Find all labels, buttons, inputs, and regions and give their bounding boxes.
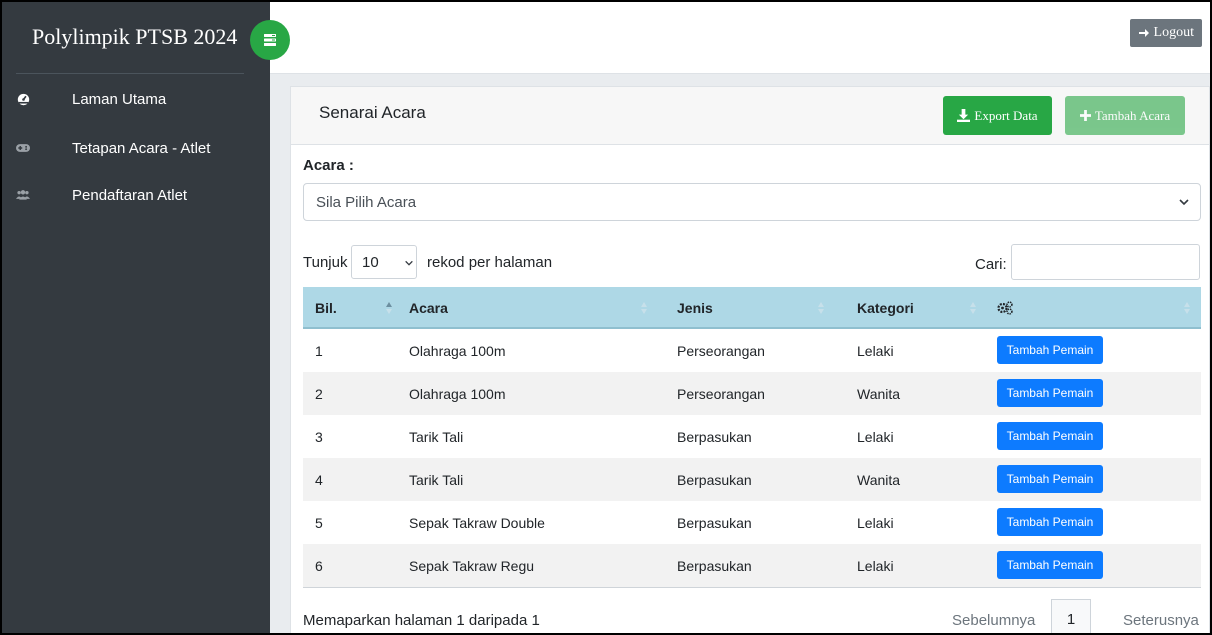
event-select-value: Sila Pilih Acara — [316, 194, 417, 211]
sidebar-item-laman-utama[interactable]: Laman Utama — [2, 79, 270, 119]
users-icon — [16, 188, 30, 202]
cell-bil: 5 — [315, 514, 323, 531]
pagination-info: Memaparkan halaman 1 daripada 1 — [303, 612, 540, 629]
add-player-button[interactable]: Tambah Pemain — [997, 508, 1103, 536]
add-player-button[interactable]: Tambah Pemain — [997, 379, 1103, 407]
search-input[interactable] — [1011, 244, 1200, 280]
cell-kategori: Lelaki — [857, 428, 894, 445]
cell-bil: 3 — [315, 428, 323, 445]
cell-jenis: Berpasukan — [677, 557, 752, 574]
card-title: Senarai Acara — [319, 103, 426, 122]
export-data-button[interactable]: Export Data — [943, 96, 1052, 135]
cell-jenis: Berpasukan — [677, 428, 752, 445]
sidebar: Polylimpik PTSB 2024 Laman Utama Tetapan… — [2, 2, 270, 633]
sort-icon — [1184, 302, 1190, 314]
dashboard-icon — [16, 92, 30, 106]
table-row: 4 Tarik Tali Berpasukan Wanita Tambah Pe… — [303, 458, 1201, 501]
event-list-card: Senarai Acara Export Data Tambah Acara A… — [290, 86, 1210, 633]
cell-acara: Tarik Tali — [409, 471, 464, 488]
logout-button[interactable]: Logout — [1129, 19, 1202, 47]
export-label: Export Data — [974, 107, 1038, 123]
pagination-next[interactable]: Seterusnya — [1123, 612, 1199, 629]
sort-icon — [641, 302, 647, 314]
sidebar-toggle-button[interactable] — [250, 20, 290, 60]
cell-jenis: Berpasukan — [677, 471, 752, 488]
sort-asc-icon — [386, 302, 392, 314]
cell-acara: Olahraga 100m — [409, 342, 506, 359]
brand-divider — [16, 73, 244, 74]
header-jenis[interactable]: Jenis — [677, 287, 713, 329]
table-row: 6 Sepak Takraw Regu Berpasukan Lelaki Ta… — [303, 544, 1201, 587]
cell-bil: 6 — [315, 557, 323, 574]
cell-jenis: Berpasukan — [677, 514, 752, 531]
sort-icon — [970, 302, 976, 314]
brand-title[interactable]: Polylimpik PTSB 2024 — [32, 24, 237, 50]
menu-icon — [264, 34, 276, 46]
add-event-button[interactable]: Tambah Acara — [1065, 96, 1185, 135]
sidebar-item-label: Laman Utama — [72, 90, 167, 108]
add-player-button[interactable]: Tambah Pemain — [997, 551, 1103, 579]
gamepad-icon — [16, 141, 30, 155]
header-kategori[interactable]: Kategori — [857, 287, 914, 329]
table-bottom-border — [303, 587, 1201, 588]
cell-jenis: Perseorangan — [677, 385, 765, 402]
logout-label: Logout — [1153, 25, 1194, 40]
pagination-page-1[interactable]: 1 — [1051, 599, 1091, 633]
add-event-label: Tambah Acara — [1094, 107, 1171, 123]
cell-kategori: Wanita — [857, 471, 901, 488]
add-player-button[interactable]: Tambah Pemain — [997, 422, 1103, 450]
cell-kategori: Lelaki — [857, 342, 894, 359]
cell-kategori: Lelaki — [857, 557, 894, 574]
sidebar-item-pendaftaran-atlet[interactable]: Pendaftaran Atlet — [2, 175, 270, 215]
table-row: 3 Tarik Tali Berpasukan Lelaki Tambah Pe… — [303, 415, 1201, 458]
cell-bil: 4 — [315, 471, 323, 488]
sort-icon — [818, 302, 824, 314]
header-acara[interactable]: Acara — [409, 287, 448, 329]
cell-acara: Tarik Tali — [409, 428, 464, 445]
add-player-button[interactable]: Tambah Pemain — [997, 465, 1103, 493]
sidebar-item-label: Pendaftaran Atlet — [72, 186, 188, 204]
card-header: Senarai Acara Export Data Tambah Acara — [291, 87, 1209, 145]
cell-bil: 1 — [315, 342, 323, 359]
sidebar-item-tetapan-acara[interactable]: Tetapan Acara - Atlet — [2, 128, 270, 168]
arrow-right-icon — [1138, 29, 1149, 37]
cogs-icon — [997, 301, 1013, 315]
table-row: 1 Olahraga 100m Perseorangan Lelaki Tamb… — [303, 329, 1201, 372]
page-length-select[interactable]: 10 — [351, 245, 417, 279]
cell-kategori: Lelaki — [857, 514, 894, 531]
cell-acara: Sepak Takraw Double — [409, 514, 545, 531]
header-bil[interactable]: Bil. — [315, 287, 337, 329]
cell-jenis: Perseorangan — [677, 342, 765, 359]
table-header: Bil. Acara Jenis Kategori — [303, 287, 1201, 329]
event-select[interactable]: Sila Pilih Acara — [303, 183, 1201, 221]
cell-acara: Olahraga 100m — [409, 385, 506, 402]
length-label-before: Tunjuk — [303, 254, 348, 271]
topbar: Logout — [270, 2, 1210, 74]
table-row: 5 Sepak Takraw Double Berpasukan Lelaki … — [303, 501, 1201, 544]
length-label-after: rekod per halaman — [427, 254, 553, 271]
download-icon — [957, 109, 971, 122]
event-filter-label: Acara : — [303, 157, 354, 174]
add-player-button[interactable]: Tambah Pemain — [997, 336, 1103, 364]
plus-icon — [1079, 110, 1091, 121]
cell-kategori: Wanita — [857, 385, 901, 402]
search-label: Cari: — [975, 256, 1007, 273]
chevron-down-icon — [405, 260, 413, 266]
sidebar-item-label: Tetapan Acara - Atlet — [72, 139, 211, 157]
table-row: 2 Olahraga 100m Perseorangan Wanita Tamb… — [303, 372, 1201, 415]
app-frame: Polylimpik PTSB 2024 Laman Utama Tetapan… — [0, 0, 1212, 635]
pagination-previous[interactable]: Sebelumnya — [952, 612, 1035, 629]
header-actions[interactable] — [997, 287, 1013, 329]
chevron-down-icon — [1179, 199, 1189, 206]
brand: Polylimpik PTSB 2024 — [2, 2, 270, 74]
cell-bil: 2 — [315, 385, 323, 402]
cell-acara: Sepak Takraw Regu — [409, 557, 535, 574]
page-length-value: 10 — [362, 254, 379, 271]
